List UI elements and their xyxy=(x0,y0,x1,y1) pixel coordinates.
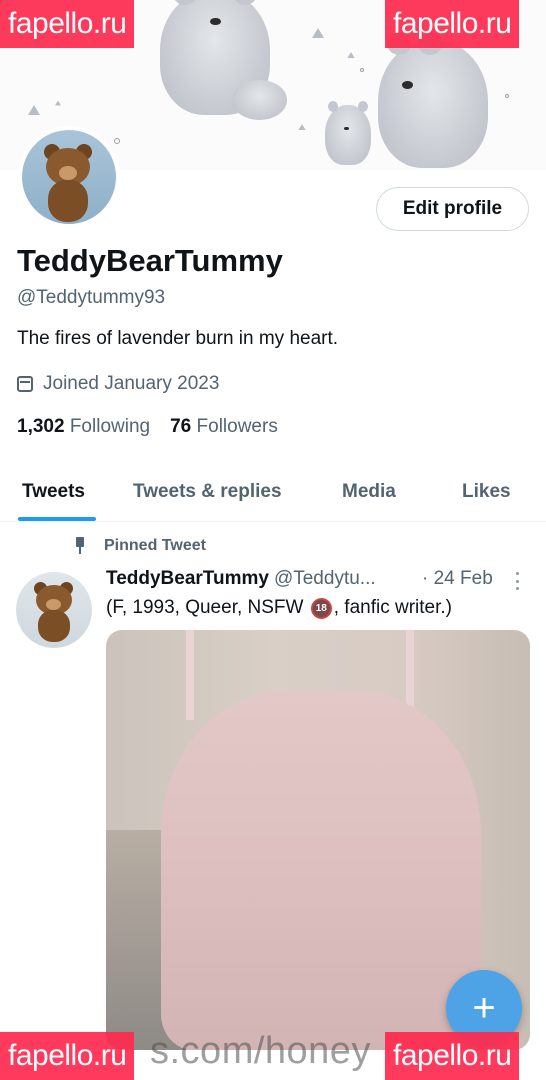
watermark-bottom-left: fapello.ru xyxy=(0,1032,135,1080)
watermark-url: s.com/honey xyxy=(150,1030,371,1072)
followers-link[interactable]: 76 Followers xyxy=(170,416,278,438)
calendar-icon xyxy=(17,376,33,392)
tweet-text: (F, 1993, Queer, NSFW 18 , fanfic writer… xyxy=(106,597,452,619)
banner-dot xyxy=(114,138,120,144)
tweet-header: TeddyBearTummy @Teddytu... · 24 Feb xyxy=(106,568,526,590)
tweet-text-start: (F, 1993, Queer, NSFW xyxy=(106,597,309,618)
banner-triangle xyxy=(28,105,40,115)
pinned-label: Pinned Tweet xyxy=(104,537,206,554)
joined-date: Joined January 2023 xyxy=(17,373,219,395)
tab-tweets[interactable]: Tweets xyxy=(22,481,85,503)
tweet-author-name[interactable]: TeddyBearTummy xyxy=(106,568,269,590)
pinned-indicator: Pinned Tweet xyxy=(72,537,206,555)
banner-triangle xyxy=(312,28,324,38)
watermark-top-right: fapello.ru xyxy=(385,0,520,48)
banner-bear-illustration xyxy=(378,32,488,168)
tab-likes[interactable]: Likes xyxy=(462,481,511,503)
joined-text: Joined January 2023 xyxy=(43,373,220,394)
tweet-text-end: , fanfic writer.) xyxy=(333,597,452,618)
profile-handle: @Teddytummy93 xyxy=(17,287,166,308)
banner-triangle xyxy=(298,124,306,130)
follow-stats: 1,302 Following 76 Followers xyxy=(17,416,278,438)
followers-count: 76 xyxy=(170,416,192,437)
followers-label: Followers xyxy=(196,416,278,437)
banner-triangle xyxy=(347,52,355,58)
profile-display-name: TeddyBearTummy xyxy=(17,243,283,278)
following-label: Following xyxy=(69,416,151,437)
banner-bear-illustration xyxy=(325,101,371,165)
watermark-top-left: fapello.ru xyxy=(0,0,135,48)
watermark-bottom-right: fapello.ru xyxy=(385,1032,520,1080)
edit-profile-button[interactable]: Edit profile xyxy=(376,187,529,231)
profile-avatar[interactable] xyxy=(18,126,120,228)
banner-triangle xyxy=(55,100,61,106)
profile-bio: The fires of lavender burn in my heart. xyxy=(17,328,339,349)
teddy-bear-image xyxy=(32,580,78,644)
active-tab-indicator xyxy=(18,517,96,521)
media-subject xyxy=(161,690,481,1050)
following-count: 1,302 xyxy=(17,416,65,437)
tab-media[interactable]: Media xyxy=(342,481,396,503)
teddy-bear-image xyxy=(40,142,100,222)
following-link[interactable]: 1,302 Following xyxy=(17,416,150,438)
banner-bear-illustration xyxy=(232,80,287,120)
profile-tabs: Tweets Tweets & replies Media Likes xyxy=(0,468,546,522)
tweet-author-handle[interactable]: @Teddytu... xyxy=(274,568,376,590)
plus-icon: + xyxy=(472,985,496,1030)
media-strap xyxy=(186,630,194,720)
age-18-icon: 18 xyxy=(310,597,332,619)
more-options-icon[interactable] xyxy=(516,572,520,590)
tweet-date[interactable]: · 24 Feb xyxy=(422,568,493,590)
tweet-author-avatar[interactable] xyxy=(16,572,92,648)
pin-icon xyxy=(72,537,88,555)
tab-tweets-replies[interactable]: Tweets & replies xyxy=(133,481,282,503)
banner-dot xyxy=(505,94,509,98)
banner-dot xyxy=(360,68,364,72)
